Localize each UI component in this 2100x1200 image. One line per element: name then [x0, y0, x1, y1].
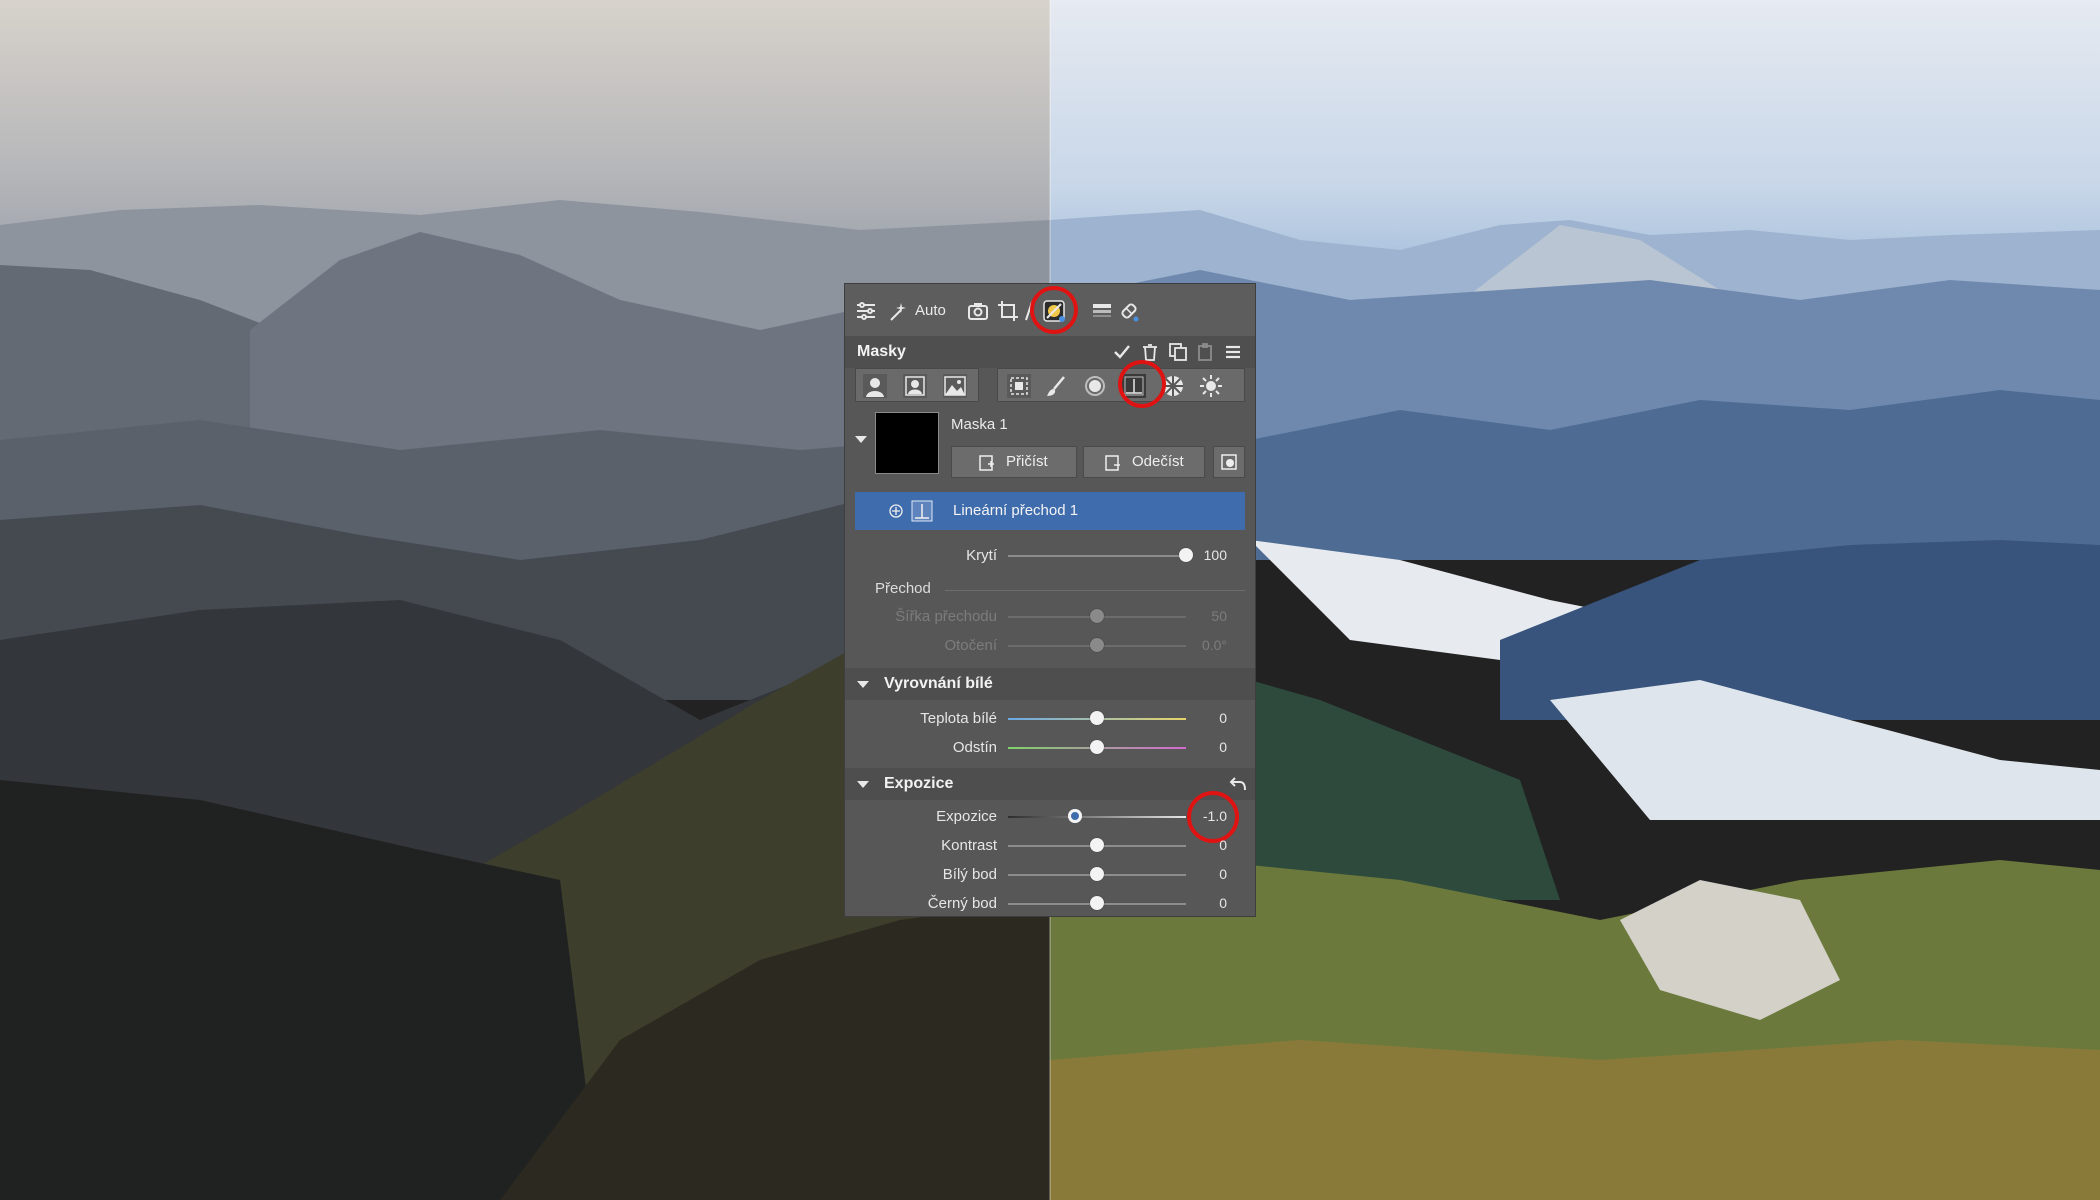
gradient-width-slider[interactable]: Šířka přechodu 50: [845, 604, 1255, 630]
opacity-knob[interactable]: [1179, 548, 1193, 562]
mask-item[interactable]: Maska 1 Přičíst Odečíst: [855, 410, 1245, 478]
copy-icon[interactable]: [1168, 342, 1188, 362]
invert-mask-button[interactable]: [1213, 446, 1245, 478]
opacity-slider[interactable]: Krytí 100: [845, 543, 1255, 569]
invert-mask-icon: [1221, 454, 1237, 470]
rotation-knob[interactable]: [1090, 638, 1104, 652]
tint-slider[interactable]: Odstín 0: [845, 735, 1255, 761]
black-point-knob[interactable]: [1090, 896, 1104, 910]
menu-icon[interactable]: [1223, 342, 1243, 362]
mask-name: Maska 1: [951, 416, 1008, 433]
masks-title: Masky: [857, 343, 906, 360]
temperature-slider[interactable]: Teplota bílé 0: [845, 706, 1255, 732]
add-mask-button[interactable]: Přičíst: [951, 446, 1077, 478]
camera-icon[interactable]: [967, 300, 989, 322]
sliders-icon[interactable]: [855, 300, 877, 322]
temperature-knob[interactable]: [1090, 711, 1104, 725]
exposure-knob[interactable]: [1067, 809, 1082, 823]
healing-brush-icon[interactable]: [1118, 300, 1140, 322]
gradient-width-knob[interactable]: [1090, 609, 1104, 623]
exposure-header[interactable]: Expozice: [845, 768, 1255, 800]
collapse-icon: [857, 681, 869, 688]
luminosity-mask-icon[interactable]: [1198, 373, 1224, 399]
paste-icon[interactable]: [1196, 342, 1216, 362]
masks-tool-highlight: [1030, 286, 1078, 334]
sky-mask-icon[interactable]: [942, 373, 968, 399]
move-icon[interactable]: [889, 504, 903, 518]
select-subject-icon[interactable]: [1006, 373, 1032, 399]
brush-icon[interactable]: [1044, 373, 1070, 399]
contrast-slider[interactable]: Kontrast 0: [845, 833, 1255, 859]
collapse-icon: [857, 781, 869, 788]
edit-panel: Auto Masky Maska 1 Přičíst Odečíst Lineá…: [845, 284, 1255, 916]
black-point-slider[interactable]: Černý bod 0: [845, 891, 1255, 917]
layer-label: Lineární přechod 1: [953, 502, 1079, 519]
crop-icon[interactable]: [997, 300, 1019, 322]
mask-thumbnail[interactable]: [875, 412, 939, 474]
ai-mask-tools: [855, 368, 979, 402]
subtract-mask-button[interactable]: Odečíst: [1083, 446, 1205, 478]
reset-icon[interactable]: [1229, 775, 1247, 793]
gradient-filter-icon[interactable]: [1091, 300, 1113, 322]
subtract-mask-icon: [1105, 455, 1120, 471]
white-point-slider[interactable]: Bílý bod 0: [845, 862, 1255, 888]
linear-gradient-layer-icon: [911, 500, 933, 522]
magic-wand-icon[interactable]: [887, 300, 909, 322]
rotation-slider[interactable]: Otočení 0.0°: [845, 633, 1255, 659]
contrast-knob[interactable]: [1090, 838, 1104, 852]
white-point-knob[interactable]: [1090, 867, 1104, 881]
white-balance-header[interactable]: Vyrovnání bílé: [845, 668, 1255, 700]
gradient-subtitle: Přechod: [875, 580, 931, 597]
add-mask-icon: [979, 455, 994, 471]
masks-header[interactable]: Masky: [845, 336, 1255, 368]
linear-gradient-layer[interactable]: Lineární přechod 1: [855, 492, 1245, 530]
person-mask-icon[interactable]: [862, 373, 888, 399]
delete-icon[interactable]: [1140, 342, 1160, 362]
face-mask-icon[interactable]: [902, 373, 928, 399]
tool-toolbar: Auto: [845, 284, 1255, 336]
mask-collapse-icon[interactable]: [855, 436, 867, 443]
apply-check-icon[interactable]: [1112, 342, 1132, 362]
auto-button[interactable]: Auto: [915, 302, 946, 319]
tint-knob[interactable]: [1090, 740, 1104, 754]
radial-filter-icon[interactable]: [1082, 373, 1108, 399]
linear-gradient-highlight: [1118, 360, 1166, 408]
